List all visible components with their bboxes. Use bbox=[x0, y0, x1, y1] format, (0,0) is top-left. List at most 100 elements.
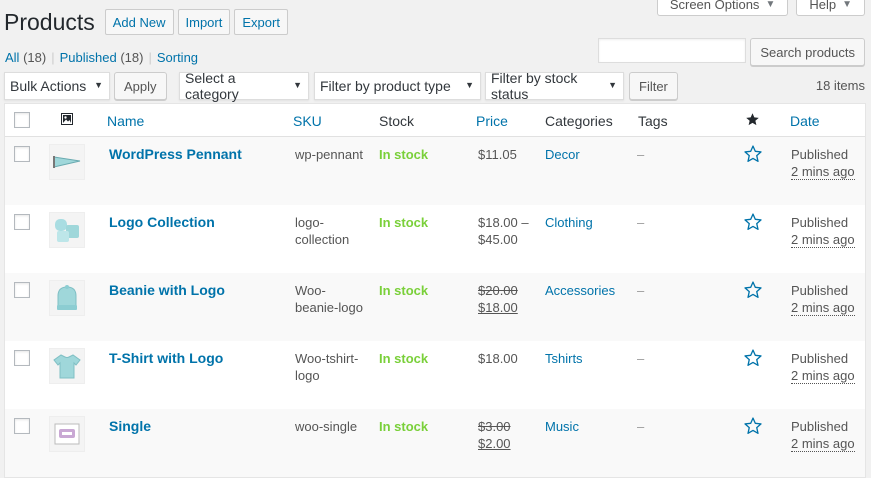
export-button[interactable]: Export bbox=[234, 9, 288, 35]
product-thumbnail[interactable] bbox=[49, 144, 85, 180]
view-all-link[interactable]: All bbox=[5, 50, 19, 65]
price-current: $11.05 bbox=[478, 147, 517, 162]
date-status: Published bbox=[791, 215, 849, 230]
column-date-header[interactable]: Date bbox=[790, 113, 820, 129]
product-sku: wp-pennant bbox=[295, 147, 363, 162]
product-price: $18.00 – $45.00 bbox=[478, 214, 538, 248]
caret-down-icon: ▼ bbox=[842, 0, 852, 10]
product-type-select[interactable]: Filter by product type ▼ bbox=[314, 72, 481, 100]
view-filters: All (18) | Published (18) | Sorting bbox=[5, 50, 198, 65]
view-separator: | bbox=[148, 50, 152, 65]
table-row: WordPress Pennant wp-pennant In stock $1… bbox=[5, 137, 865, 205]
product-sku: logo-collection bbox=[295, 215, 350, 247]
product-price: $11.05 bbox=[478, 146, 538, 163]
bulk-actions-select[interactable]: Bulk Actions ▼ bbox=[4, 72, 110, 100]
price-current: $18.00 bbox=[478, 351, 518, 366]
product-sku: woo-single bbox=[295, 419, 358, 434]
date-ago: 2 mins ago bbox=[791, 368, 855, 384]
tablenav: Bulk Actions ▼ Apply Select a category ▼… bbox=[4, 70, 865, 102]
product-tags: – bbox=[637, 147, 645, 162]
product-thumbnail[interactable] bbox=[49, 348, 85, 384]
category-select[interactable]: Select a category ▼ bbox=[179, 70, 309, 102]
star-outline-icon[interactable] bbox=[743, 280, 763, 300]
products-table: Name SKU Stock Price Categories Tags Dat… bbox=[4, 103, 866, 478]
stock-status-badge: In stock bbox=[379, 147, 429, 162]
row-checkbox[interactable] bbox=[14, 146, 30, 162]
product-price: $3.00 $2.00 bbox=[478, 418, 538, 452]
search-input[interactable] bbox=[598, 38, 747, 63]
product-name-link[interactable]: T-Shirt with Logo bbox=[109, 350, 223, 367]
row-checkbox[interactable] bbox=[14, 282, 30, 298]
star-filled-icon[interactable] bbox=[745, 112, 760, 130]
help-label: Help bbox=[809, 0, 837, 12]
price-sale: $2.00 bbox=[478, 436, 511, 451]
product-price: $20.00 $18.00 bbox=[478, 282, 538, 316]
product-category-link[interactable]: Clothing bbox=[545, 214, 593, 231]
star-outline-icon[interactable] bbox=[743, 144, 763, 164]
view-published-link[interactable]: Published bbox=[60, 50, 117, 65]
stock-status-badge: In stock bbox=[379, 419, 429, 434]
table-header: Name SKU Stock Price Categories Tags Dat… bbox=[5, 104, 865, 137]
stock-status-badge: In stock bbox=[379, 215, 429, 230]
column-stock-header: Stock bbox=[379, 113, 415, 129]
image-icon bbox=[61, 113, 73, 128]
add-new-button[interactable]: Add New bbox=[104, 9, 174, 35]
product-name-link[interactable]: Beanie with Logo bbox=[109, 282, 225, 299]
view-published-count: (18) bbox=[120, 50, 144, 65]
product-category-link[interactable]: Music bbox=[545, 418, 579, 435]
column-name-header[interactable]: Name bbox=[107, 113, 144, 129]
stock-status-select[interactable]: Filter by stock status ▼ bbox=[485, 70, 624, 102]
view-separator: | bbox=[51, 50, 55, 65]
bulk-actions-value: Bulk Actions bbox=[10, 78, 87, 94]
filter-button[interactable]: Filter bbox=[629, 72, 678, 100]
product-category-link[interactable]: Tshirts bbox=[545, 350, 583, 367]
search-box: Search products bbox=[598, 38, 865, 66]
star-outline-icon[interactable] bbox=[743, 348, 763, 368]
help-button[interactable]: Help ▼ bbox=[796, 0, 865, 16]
price-regular: $20.00 bbox=[478, 283, 518, 298]
product-name-link[interactable]: WordPress Pennant bbox=[109, 146, 242, 163]
chevron-down-icon: ▼ bbox=[608, 80, 617, 90]
product-thumbnail[interactable] bbox=[49, 416, 85, 452]
search-products-button[interactable]: Search products bbox=[750, 38, 865, 66]
column-tags-header: Tags bbox=[638, 113, 668, 129]
column-sku-header[interactable]: SKU bbox=[293, 113, 322, 129]
date-ago: 2 mins ago bbox=[791, 164, 855, 180]
product-category-link[interactable]: Accessories bbox=[545, 282, 615, 299]
view-all-count: (18) bbox=[23, 50, 47, 65]
screen-options-button[interactable]: Screen Options ▼ bbox=[656, 0, 789, 16]
chevron-down-icon: ▼ bbox=[465, 80, 474, 90]
column-categories-header: Categories bbox=[545, 113, 613, 129]
date-ago: 2 mins ago bbox=[791, 300, 855, 316]
apply-button[interactable]: Apply bbox=[114, 72, 167, 100]
row-checkbox[interactable] bbox=[14, 418, 30, 434]
import-button[interactable]: Import bbox=[177, 9, 231, 35]
table-row: T-Shirt with Logo Woo-tshirt-logo In sto… bbox=[5, 341, 865, 409]
product-date: Published 2 mins ago bbox=[791, 214, 855, 248]
column-price-header[interactable]: Price bbox=[476, 113, 508, 129]
table-row: Logo Collection logo-collection In stock… bbox=[5, 205, 865, 273]
row-checkbox[interactable] bbox=[14, 350, 30, 366]
product-tags: – bbox=[637, 215, 645, 230]
star-outline-icon[interactable] bbox=[743, 416, 763, 436]
date-status: Published bbox=[791, 283, 849, 298]
product-thumbnail[interactable] bbox=[49, 212, 85, 248]
caret-down-icon: ▼ bbox=[765, 0, 776, 10]
product-thumbnail[interactable] bbox=[49, 280, 85, 316]
row-checkbox[interactable] bbox=[14, 214, 30, 230]
stock-status-badge: In stock bbox=[379, 351, 429, 366]
product-name-link[interactable]: Single bbox=[109, 418, 151, 435]
select-all-checkbox[interactable] bbox=[14, 112, 30, 128]
date-status: Published bbox=[791, 351, 849, 366]
screen-meta-links: Screen Options ▼ Help ▼ bbox=[656, 0, 865, 16]
product-name-link[interactable]: Logo Collection bbox=[109, 214, 215, 231]
product-tags: – bbox=[637, 351, 645, 366]
view-sorting-link[interactable]: Sorting bbox=[157, 50, 198, 65]
table-row: Single woo-single In stock $3.00 $2.00 Mu… bbox=[5, 409, 865, 477]
star-outline-icon[interactable] bbox=[743, 212, 763, 232]
product-category-link[interactable]: Decor bbox=[545, 146, 580, 163]
table-row: Beanie with Logo Woo-beanie-logo In stoc… bbox=[5, 273, 865, 341]
price-sale: $18.00 bbox=[478, 300, 518, 315]
page-title: Products bbox=[4, 9, 95, 35]
category-select-value: Select a category bbox=[185, 70, 239, 102]
